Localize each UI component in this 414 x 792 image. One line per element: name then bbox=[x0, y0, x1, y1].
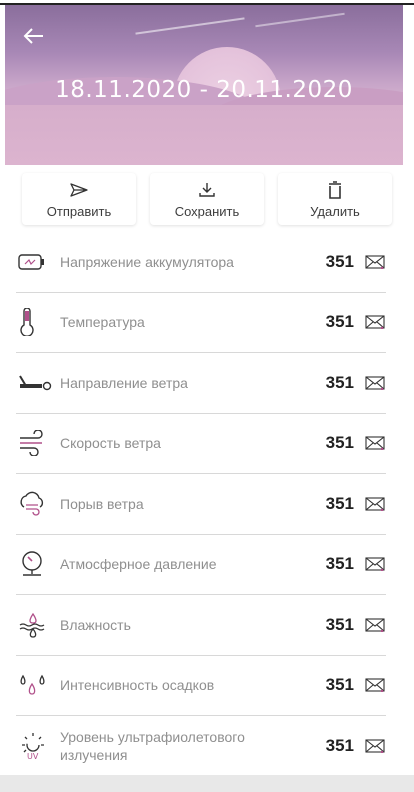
pressure-gauge-icon bbox=[16, 550, 60, 578]
bottom-navigation-bar bbox=[0, 775, 414, 792]
list-item-wind-speed[interactable]: Скорость ветра 351 bbox=[16, 414, 386, 474]
list-item-value: 351 bbox=[325, 251, 354, 271]
sky-streak bbox=[135, 17, 245, 35]
download-icon bbox=[199, 179, 215, 201]
mail-icon[interactable] bbox=[364, 376, 386, 390]
ground-decoration bbox=[5, 105, 403, 165]
svg-text:UV: UV bbox=[27, 752, 39, 761]
save-button[interactable]: Сохранить bbox=[150, 173, 264, 225]
list-item-label: Порыв ветра bbox=[60, 495, 144, 512]
list-item-label: Интенсивность осадков bbox=[60, 677, 215, 694]
list-item-temperature[interactable]: Температура 351 bbox=[16, 293, 386, 353]
list-item-label: Влажность bbox=[60, 616, 131, 633]
list-item-humidity[interactable]: Влажность 351 bbox=[16, 595, 386, 656]
save-button-label: Сохранить bbox=[174, 204, 240, 219]
list-item-value: 351 bbox=[325, 433, 354, 453]
thermometer-icon bbox=[16, 308, 60, 337]
date-range-title: 18.11.2020 - 20.11.2020 bbox=[55, 77, 353, 103]
list-item-label: Скорость ветра bbox=[60, 435, 161, 452]
humidity-icon bbox=[16, 612, 60, 638]
mail-icon[interactable] bbox=[364, 739, 386, 753]
list-item-label: Атмосферное давление bbox=[60, 556, 217, 573]
back-arrow-icon[interactable] bbox=[23, 25, 47, 49]
list-item-battery-voltage[interactable]: Напряжение аккумулятора 351 bbox=[16, 232, 386, 293]
mail-icon[interactable] bbox=[364, 436, 386, 451]
sky-streak bbox=[255, 12, 345, 28]
list-item-value: 351 bbox=[325, 372, 354, 392]
list-item-value: 351 bbox=[325, 493, 354, 513]
mail-icon[interactable] bbox=[364, 497, 386, 511]
mail-icon[interactable] bbox=[364, 557, 386, 572]
uv-icon: UV bbox=[16, 731, 60, 761]
list-item-label: Напряжение аккумулятора bbox=[60, 253, 234, 270]
battery-icon bbox=[16, 253, 60, 271]
precipitation-icon bbox=[16, 672, 60, 698]
list-item-precipitation[interactable]: Интенсивность осадков 351 bbox=[16, 656, 386, 716]
parameter-list: Напряжение аккумулятора 351 Температура … bbox=[16, 232, 386, 777]
send-button-label: Отправить bbox=[46, 204, 112, 219]
list-item-value: 351 bbox=[325, 554, 354, 574]
list-item-wind-gust[interactable]: Порыв ветра 351 bbox=[16, 474, 386, 535]
mail-icon[interactable] bbox=[364, 618, 386, 632]
wind-gust-icon bbox=[16, 491, 60, 517]
list-item-label: Направление ветра bbox=[60, 374, 188, 391]
list-item-label: Температура bbox=[60, 314, 145, 331]
trash-icon bbox=[328, 179, 342, 201]
wind-direction-icon bbox=[16, 374, 60, 392]
list-item-wind-direction[interactable]: Направление ветра 351 bbox=[16, 353, 386, 414]
list-item-uv[interactable]: UV Уровень ультрафиолетового излучения 3… bbox=[16, 716, 386, 777]
list-item-label: Уровень ультрафиолетового излучения bbox=[60, 728, 245, 763]
delete-button-label: Удалить bbox=[310, 204, 360, 219]
list-item-value: 351 bbox=[325, 675, 354, 695]
list-item-value: 351 bbox=[325, 735, 354, 755]
list-item-value: 351 bbox=[325, 312, 354, 332]
list-item-value: 351 bbox=[325, 614, 354, 634]
mail-icon[interactable] bbox=[364, 678, 386, 693]
send-icon bbox=[70, 179, 88, 201]
mail-icon[interactable] bbox=[364, 315, 386, 330]
delete-button[interactable]: Удалить bbox=[278, 173, 392, 225]
action-bar: Отправить Сохранить Удалить bbox=[22, 173, 392, 225]
list-item-pressure[interactable]: Атмосферное давление 351 bbox=[16, 535, 386, 595]
header-banner: 18.11.2020 - 20.11.2020 bbox=[5, 5, 403, 165]
mail-icon[interactable] bbox=[364, 255, 386, 269]
wind-speed-icon bbox=[16, 430, 60, 457]
send-button[interactable]: Отправить bbox=[22, 173, 136, 225]
